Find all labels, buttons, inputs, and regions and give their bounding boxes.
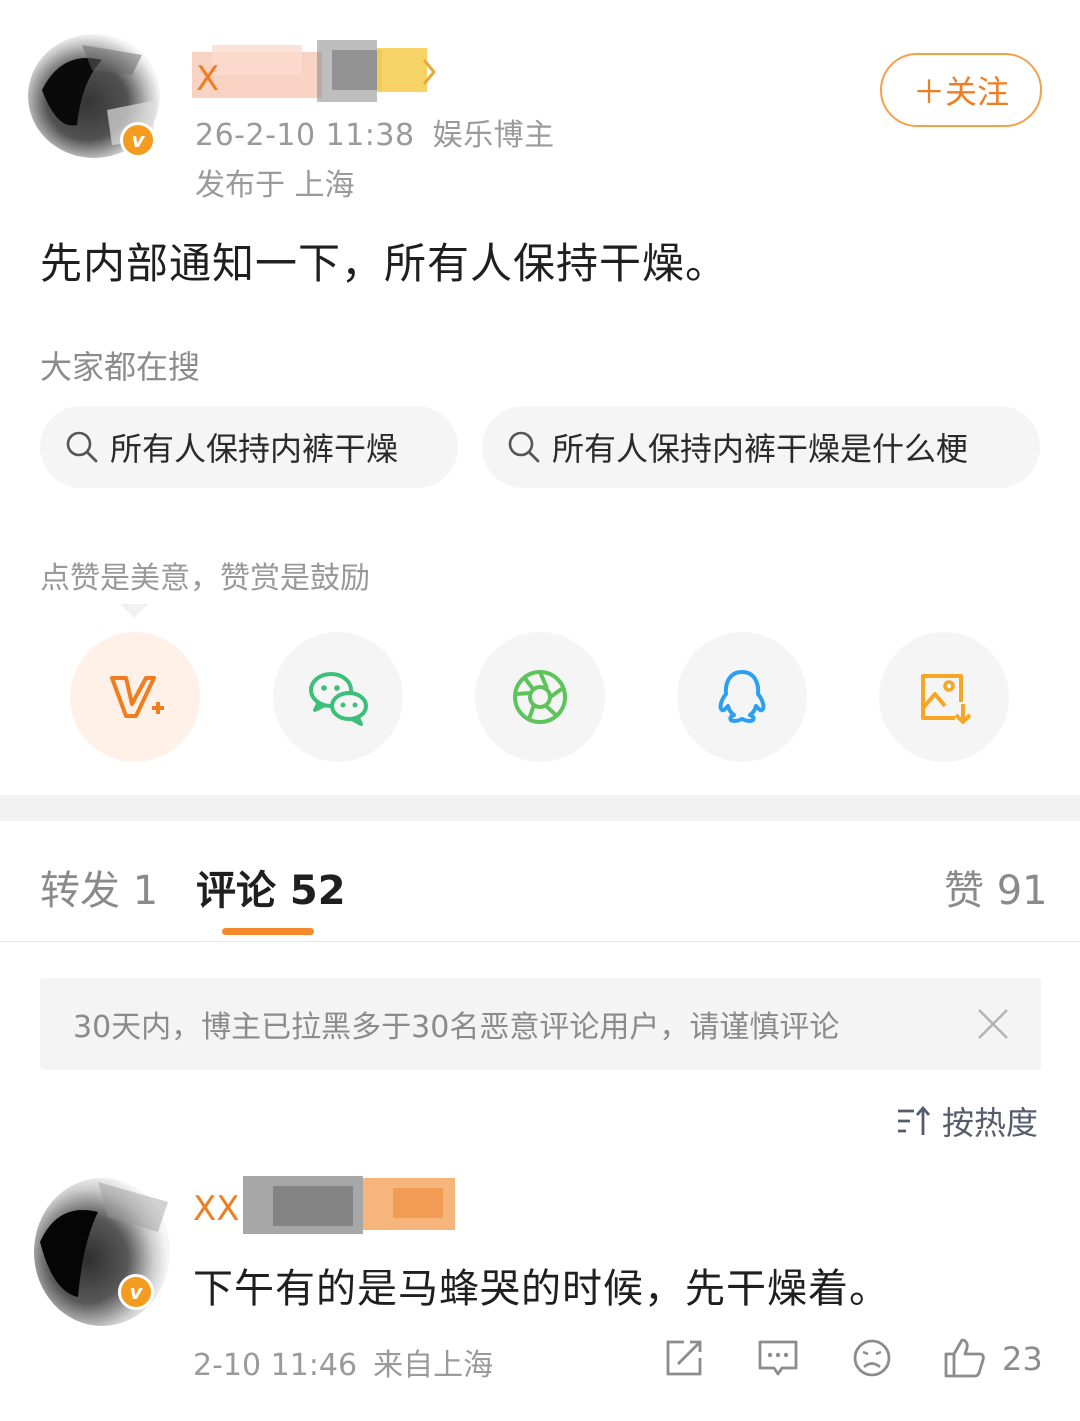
close-icon[interactable] [975,1006,1011,1042]
comment-time: 2-10 11:46 [193,1348,358,1383]
sort-label: 按热度 [942,1104,1039,1142]
post-location: 发布于 上海 [195,168,355,203]
search-icon [66,431,98,463]
share-qq-button[interactable] [677,632,807,762]
sort-icon [898,1105,931,1135]
repost-icon [666,1340,702,1376]
reward-pointer [120,604,148,618]
post-time: 26-2-10 11:38 [195,118,415,153]
comment-notice-banner: 30天内，博主已拉黑多于30名恶意评论用户，请谨慎评论 [40,978,1041,1070]
comment-react-button[interactable] [850,1336,894,1380]
qq-icon [718,670,766,723]
comment-meta: 2-10 11:46 来自上海 [193,1340,493,1384]
comment-location: 来自上海 [373,1348,494,1383]
comment-like-button[interactable] [942,1336,986,1380]
wechat-icon [309,672,368,726]
notice-text: 30天内，博主已拉黑多于30名恶意评论用户，请谨慎评论 [73,1010,840,1045]
search-icon [508,431,540,463]
tab-comments[interactable]: 评论 52 [196,858,346,916]
post-meta: 26-2-10 11:38 娱乐博主 [195,110,555,154]
follow-button[interactable]: ＋关注 [880,53,1042,127]
comment-text: 下午有的是马蜂哭的时候，先干燥着。 [193,1266,890,1312]
comment-icon [758,1340,798,1376]
reward-prompt: 点赞是美意，赞赏是鼓励 [40,561,370,596]
comment-like-count: 23 [1002,1340,1043,1378]
section-divider [0,795,1080,821]
sad-face-icon [853,1339,891,1377]
active-tab-indicator [222,928,314,935]
post-header: v X 26-2-10 11:38 娱乐博主 发布于 上海 ＋关注 [0,0,1080,210]
svg-text:X: X [196,59,219,99]
moments-icon [513,670,567,724]
verified-badge-icon: v [118,1274,154,1310]
search-chip-label: 所有人保持内裤干燥 [110,430,399,468]
author-name-redacted[interactable]: X [192,40,442,110]
verified-badge-icon: v [120,122,156,158]
comment-reply-button[interactable] [756,1336,800,1380]
tabs-divider [0,941,1080,942]
v-plus-icon [110,676,164,718]
search-chip-1[interactable]: 所有人保持内裤干燥 [40,406,458,488]
trending-search-title: 大家都在搜 [40,348,201,386]
sort-button[interactable]: 按热度 [896,1098,1038,1144]
tab-likes[interactable]: 赞 91 [944,858,1048,916]
share-moments-button[interactable] [475,632,605,762]
post-text: 先内部通知一下，所有人保持干燥。 [40,239,729,288]
save-image-button[interactable] [879,632,1009,762]
svg-text:XX: XX [193,1189,240,1229]
thumbs-up-icon [944,1338,985,1378]
tab-repost[interactable]: 转发 1 [40,858,158,916]
author-tag: 娱乐博主 [432,118,555,153]
save-image-icon [921,674,972,724]
commenter-name-redacted[interactable]: XX [193,1172,463,1242]
commenter-avatar[interactable] [28,1172,173,1332]
search-chip-label: 所有人保持内裤干燥是什么梗 [552,430,969,468]
share-wechat-button[interactable] [273,632,403,762]
search-chip-2[interactable]: 所有人保持内裤干燥是什么梗 [482,406,1040,488]
comment-repost-button[interactable] [662,1336,706,1380]
v-plus-button[interactable] [70,632,200,762]
